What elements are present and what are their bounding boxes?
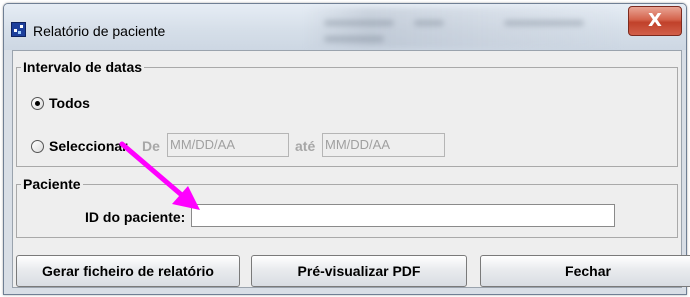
radio-all[interactable] (31, 97, 44, 110)
radio-select-range[interactable] (31, 140, 44, 153)
close-button[interactable]: Fechar (480, 255, 690, 287)
to-date-field[interactable]: MM/DD/AA (322, 133, 445, 157)
patient-id-input[interactable] (191, 204, 615, 227)
preview-pdf-button[interactable]: Pré-visualizar PDF (251, 255, 467, 287)
radio-selected-dot (35, 101, 40, 106)
to-date-label: até (295, 138, 316, 154)
blurred-background-window (304, 8, 624, 48)
patient-legend: Paciente (21, 176, 83, 192)
window-title: Relatório de paciente (33, 23, 166, 39)
title-bar[interactable]: Relatório de paciente X (4, 4, 686, 50)
arrow-pointer-icon (119, 141, 200, 210)
close-icon: X (648, 10, 662, 31)
app-icon (11, 22, 26, 37)
dialog-content: Intervalo de datas Todos Seleccionar De … (12, 50, 690, 288)
close-window-button[interactable]: X (628, 6, 682, 36)
date-range-legend: Intervalo de datas (21, 59, 145, 75)
dialog-window: Relatório de paciente X Intervalo de dat… (3, 3, 690, 295)
radio-all-label[interactable]: Todos (49, 95, 90, 111)
generate-report-button[interactable]: Gerar ficheiro de relatório (16, 255, 240, 287)
